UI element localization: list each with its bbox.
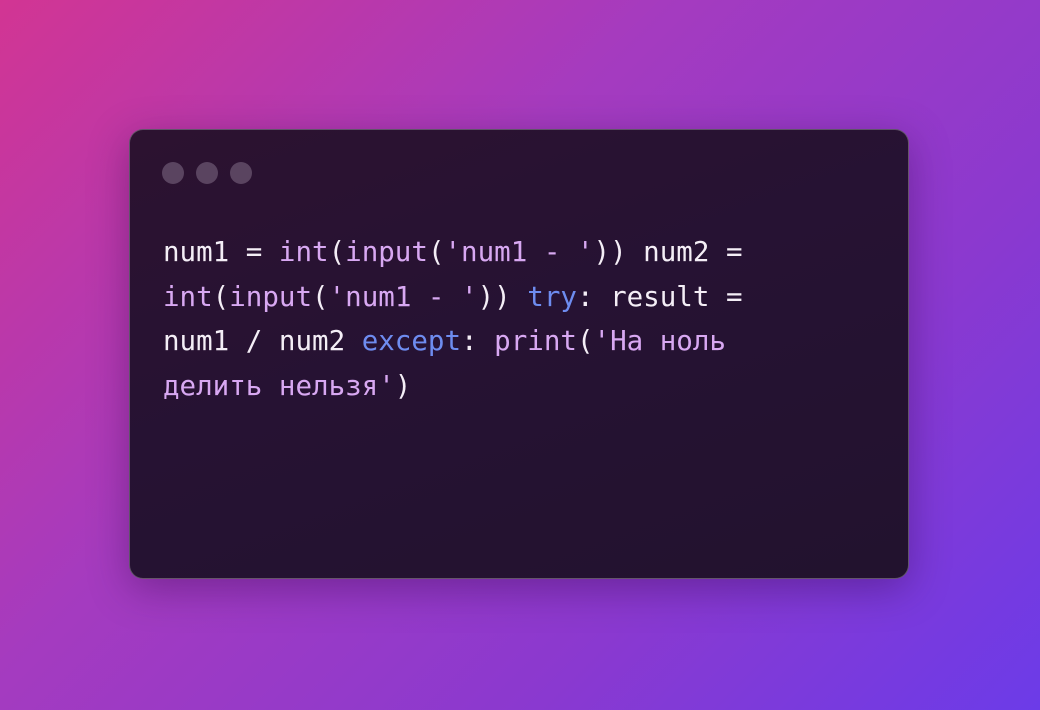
code-token: ( bbox=[212, 280, 230, 313]
code-token-function: print bbox=[494, 325, 577, 357]
code-token: : bbox=[461, 325, 495, 357]
code-token: ( bbox=[576, 325, 594, 357]
code-line-3: num1 / num2 except: print('На ноль bbox=[163, 319, 843, 364]
window-dot-icon-1 bbox=[162, 162, 184, 184]
window-dot-icon-3 bbox=[230, 162, 252, 184]
code-token: ) bbox=[394, 369, 412, 402]
code-token-keyword: try bbox=[527, 280, 577, 313]
code-token-keyword: except bbox=[361, 325, 462, 357]
window-dot-icon-2 bbox=[196, 162, 218, 184]
code-line-2: int(input('num1 - ')) try: result = bbox=[163, 275, 843, 320]
code-token-string: 'На ноль bbox=[593, 325, 726, 357]
code-token: num1 / num2 bbox=[163, 325, 362, 357]
code-token-string: 'num1 - ' bbox=[444, 236, 594, 268]
code-token-function: int bbox=[278, 236, 329, 268]
code-token: )) bbox=[477, 280, 528, 313]
code-token-string: делить нельзя' bbox=[163, 369, 395, 402]
code-token: : result = bbox=[576, 280, 743, 313]
code-block: num1 = int(input('num1 - ')) num2 = int(i… bbox=[163, 230, 843, 408]
code-token: ( bbox=[328, 236, 346, 268]
code-token: ( bbox=[312, 280, 329, 313]
code-line-1: num1 = int(input('num1 - ')) num2 = bbox=[163, 230, 843, 275]
code-token-string: 'num1 - ' bbox=[328, 280, 478, 313]
code-token: )) num2 = bbox=[593, 236, 743, 268]
code-token-function: input bbox=[229, 280, 313, 313]
code-token-function: input bbox=[345, 236, 428, 268]
code-token: num1 = bbox=[163, 236, 279, 268]
code-token-function: int bbox=[163, 280, 213, 313]
code-window: num1 = int(input('num1 - ')) num2 = int(i… bbox=[129, 129, 909, 579]
code-token: ( bbox=[427, 236, 445, 268]
window-controls bbox=[162, 162, 252, 184]
code-line-4: делить нельзя') bbox=[163, 364, 843, 409]
